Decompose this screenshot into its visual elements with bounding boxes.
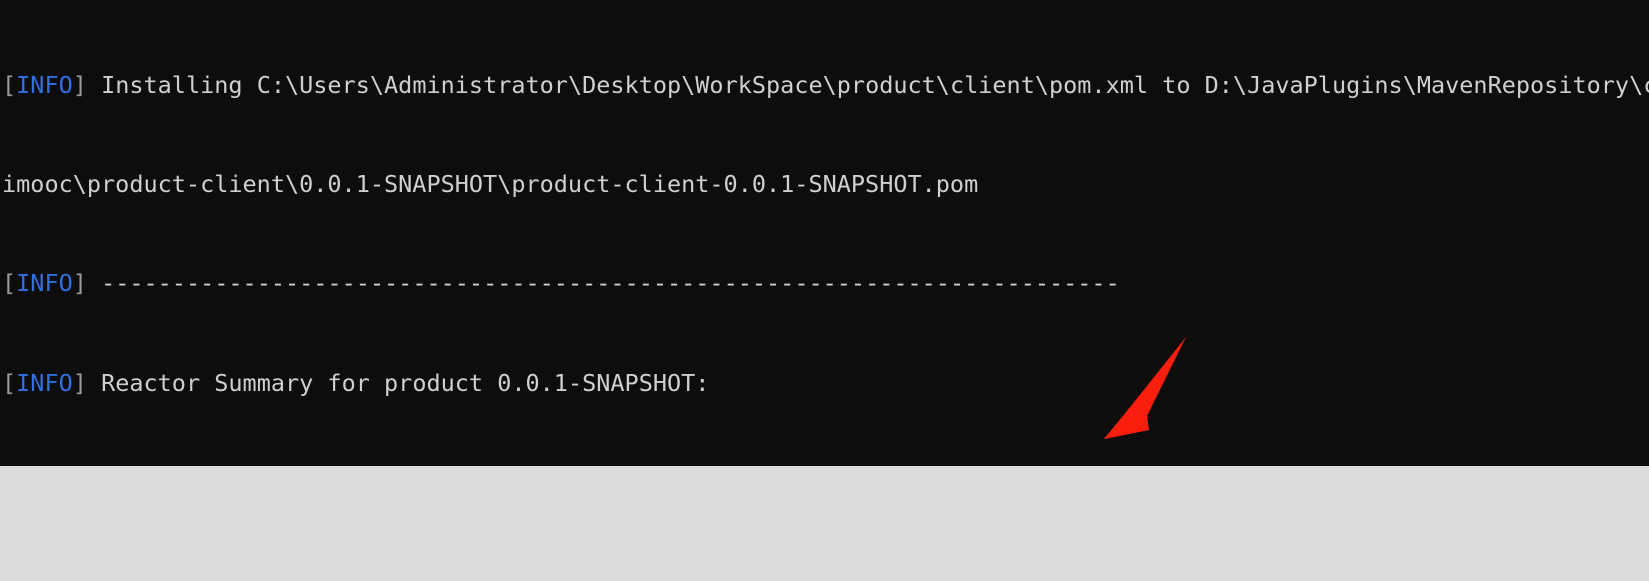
bracket-open: [ [2, 368, 17, 397]
log-text: Reactor Summary for product 0.0.1-SNAPSH… [101, 368, 710, 397]
page-margin [0, 466, 1649, 581]
bracket-close: ] [72, 269, 87, 298]
bracket-open: [ [2, 70, 17, 99]
bracket-close: ] [72, 70, 87, 99]
log-line-rule-1: [INFO] ---------------------------------… [0, 271, 1649, 296]
info-tag: INFO [16, 368, 73, 397]
log-text: imooc\product-client\0.0.1-SNAPSHOT\prod… [2, 169, 979, 198]
log-line-install-wrap: imooc\product-client\0.0.1-SNAPSHOT\prod… [0, 169, 1649, 198]
info-tag: INFO [16, 70, 73, 99]
log-line-reactor-summary: [INFO] Reactor Summary for product 0.0.1… [0, 368, 1649, 397]
info-tag: INFO [16, 269, 73, 298]
bracket-close: ] [72, 368, 87, 397]
log-line-install: [INFO] Installing C:\Users\Administrator… [0, 70, 1649, 99]
terminal-window[interactable]: [INFO] Installing C:\Users\Administrator… [0, 0, 1649, 466]
divider-rule: ----------------------------------------… [101, 269, 1120, 298]
log-text: Installing C:\Users\Administrator\Deskto… [101, 70, 1649, 99]
console-output: [INFO] Installing C:\Users\Administrator… [0, 0, 1649, 466]
bracket-open: [ [2, 269, 17, 298]
